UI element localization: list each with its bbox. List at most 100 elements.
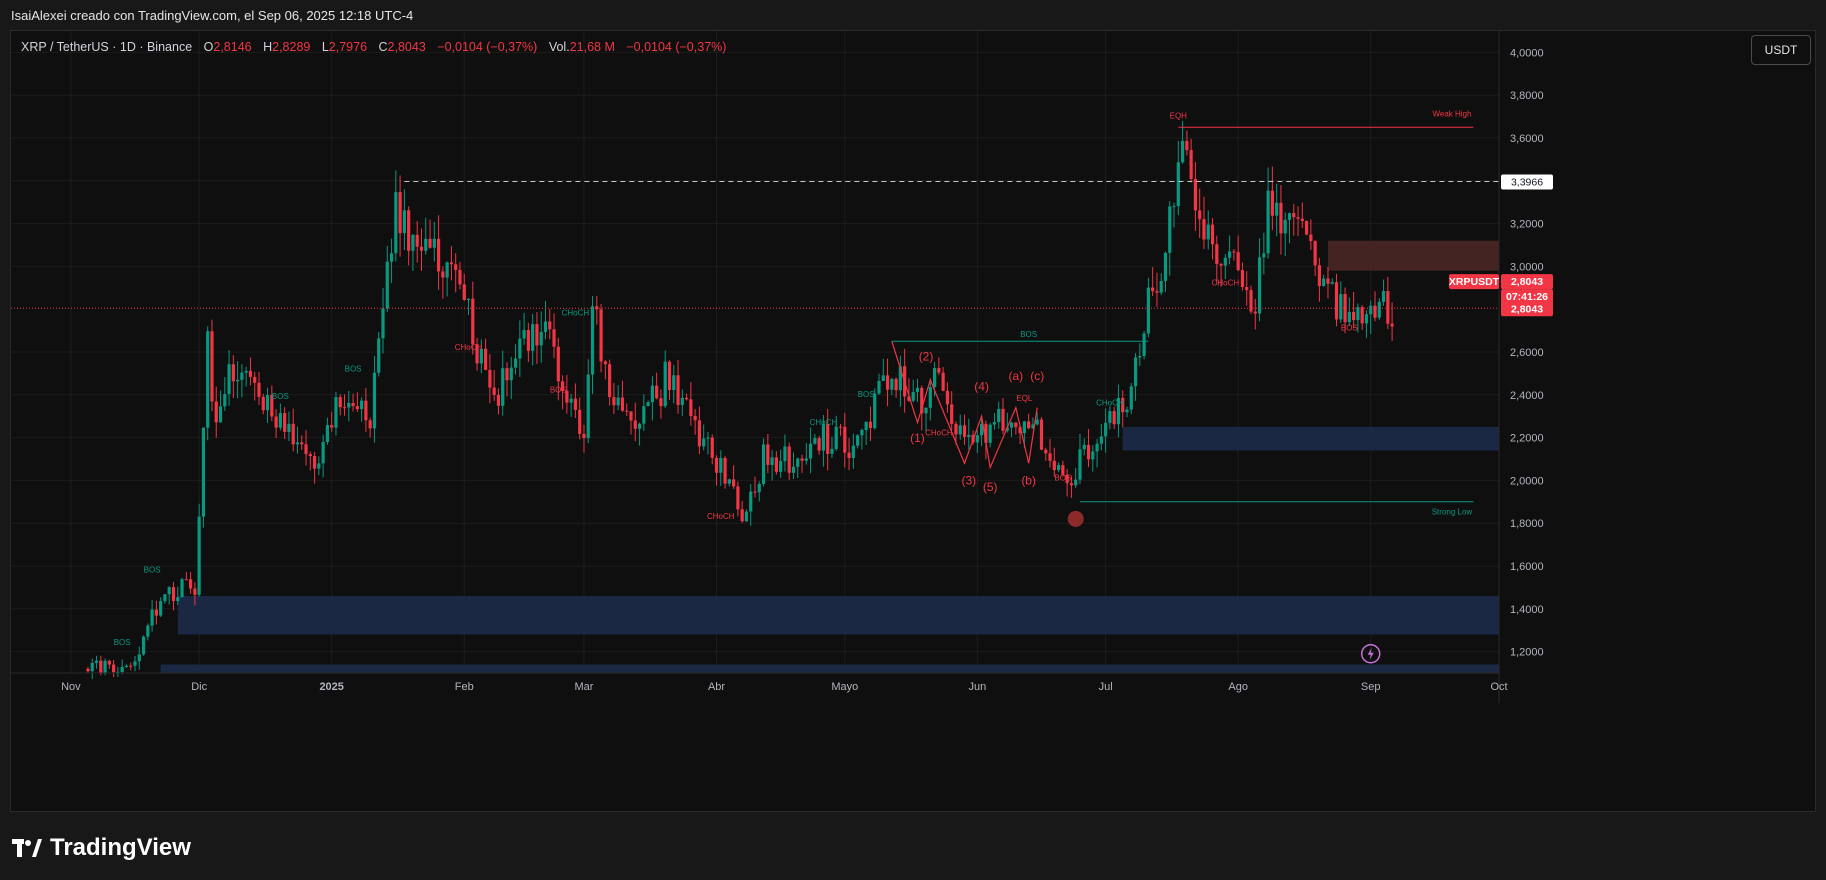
candle-body <box>180 579 184 598</box>
candle-body <box>582 433 586 439</box>
candle-body <box>1352 311 1356 321</box>
candle-body <box>543 321 548 332</box>
candle-body <box>732 479 736 487</box>
candle-body <box>1228 251 1232 258</box>
candle-body <box>881 375 885 381</box>
symbol-legend: XRP / TetherUS · 1D · Binance O2,8146 H2… <box>21 40 726 54</box>
legend-low: 2,7976 <box>328 40 368 54</box>
candle-body <box>1172 206 1176 208</box>
candle-body <box>1390 323 1394 327</box>
candle-body <box>813 438 817 444</box>
candle-body <box>548 321 552 330</box>
candle-body <box>761 444 766 484</box>
legend-symbol[interactable]: XRP / TetherUS · 1D · Binance <box>21 40 192 54</box>
candle-body <box>864 421 868 430</box>
candle-body <box>1112 411 1116 425</box>
candle-body <box>851 445 855 459</box>
candle-body <box>1360 307 1364 324</box>
candle-body <box>821 424 826 451</box>
legend-volume: 21,68 M <box>569 40 615 54</box>
structure-label: BOS <box>858 390 875 399</box>
candle-body <box>227 364 231 395</box>
candle-body <box>1304 221 1309 235</box>
candle-body <box>304 444 308 455</box>
candle-body <box>932 368 937 388</box>
wave-label: (b) <box>1021 474 1036 488</box>
candle-body <box>1078 449 1082 480</box>
candle-body <box>342 407 347 409</box>
legend-open: 2,8146 <box>213 40 252 54</box>
candle-body <box>1142 333 1146 356</box>
wave-label: (1) <box>910 431 925 445</box>
candle-body <box>860 429 864 436</box>
candle-body <box>659 398 663 407</box>
candle-body <box>1292 213 1296 218</box>
candle-body <box>697 420 702 447</box>
wave-label: (3) <box>961 474 976 488</box>
lightning-bolt-icon <box>1367 647 1374 660</box>
legend-volume-label: Vol. <box>548 40 570 54</box>
wave-label: (4) <box>974 380 989 394</box>
candle-body <box>231 364 235 382</box>
structure-label: BOS <box>550 386 567 395</box>
price-tick-label: 3,6000 <box>1510 133 1544 145</box>
candle-body <box>950 404 954 424</box>
candle-body <box>766 444 770 465</box>
candle-body <box>240 372 244 380</box>
candle-body <box>1168 206 1172 253</box>
candle-body <box>351 402 355 407</box>
candle-body <box>804 458 808 461</box>
candle-body <box>274 416 278 428</box>
candle-body <box>1386 291 1390 324</box>
chart-panel[interactable]: BOS BOS BOS BOS CHoCH CHoCH BOS CHoCH CHoCH BOS BO… <box>10 30 1816 812</box>
candle-body <box>377 338 381 373</box>
candle-body <box>676 375 680 406</box>
wave-label: (5) <box>983 480 998 494</box>
tradingview-logo[interactable]: TradingView <box>12 834 191 862</box>
candle-body <box>885 375 890 390</box>
wave-label: (c) <box>1030 369 1044 383</box>
candle-body <box>99 660 103 674</box>
candle-body <box>719 457 723 473</box>
zone-demand-low <box>177 595 1499 635</box>
candle-body <box>539 331 543 346</box>
candle-body <box>124 665 129 667</box>
candle-body <box>1133 357 1138 387</box>
candle-body <box>1364 314 1369 324</box>
price-tick-label: 1,6000 <box>1510 561 1544 573</box>
candle-body <box>1146 287 1150 334</box>
candle-body <box>1206 224 1210 240</box>
time-tick-label: Sep <box>1361 681 1381 693</box>
candle-body <box>706 437 710 439</box>
candle-body <box>603 361 607 365</box>
candle-body <box>578 409 582 434</box>
time-tick-label: Jun <box>968 681 986 693</box>
price-chart[interactable]: BOS BOS BOS BOS CHoCH CHoCH BOS CHoCH CHoCH BOS BO… <box>11 31 1815 811</box>
candle-body <box>103 660 107 674</box>
candle-body <box>1189 150 1193 179</box>
candle-body <box>424 238 428 251</box>
legend-close: 2,8043 <box>387 40 426 54</box>
price-tick-label: 3,0000 <box>1510 261 1544 273</box>
currency-button[interactable]: USDT <box>1751 35 1811 65</box>
candle-body <box>817 438 821 451</box>
top-bar: IsaiAlexei creado con TradingView.com, e… <box>0 0 1826 30</box>
candle-body <box>915 387 920 393</box>
brand-name: TradingView <box>50 834 191 861</box>
candle-body <box>193 588 197 595</box>
candle-body <box>680 397 684 406</box>
structure-label: CHoCH <box>1212 279 1240 288</box>
candle-body <box>428 238 432 248</box>
structure-label: Strong Low <box>1432 508 1473 517</box>
price-tick-label: 2,6000 <box>1510 347 1544 359</box>
candle-body <box>1215 244 1219 264</box>
candle-body <box>945 390 950 405</box>
candle-body <box>1193 178 1198 211</box>
footer: TradingView <box>0 812 1826 880</box>
candle-body <box>466 298 471 300</box>
candle-body <box>890 378 894 390</box>
candle-body <box>261 396 265 411</box>
candle-body <box>1266 190 1270 254</box>
price-tag-label: 3,3966 <box>1511 177 1543 189</box>
candle-body <box>150 609 154 626</box>
